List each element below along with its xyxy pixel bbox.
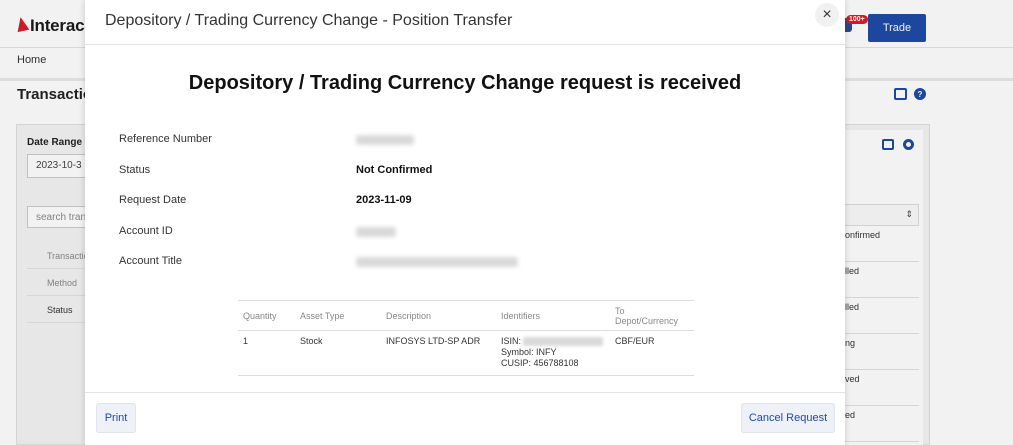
- isin-value: [523, 337, 604, 347]
- account-id-label: Account ID: [119, 225, 173, 237]
- status-value: Not Confirmed: [356, 164, 433, 176]
- reference-number-value: [356, 135, 414, 145]
- position-transfer-modal: Depository / Trading Currency Change - P…: [85, 0, 845, 445]
- column-header-to-depot: To Depot/Currency: [610, 300, 694, 331]
- confirmation-heading: Depository / Trading Currency Change req…: [188, 72, 742, 94]
- reference-number-label: Reference Number: [119, 133, 212, 145]
- table-row: 1 Stock INFOSYS LTD-SP ADR ISIN: Symbol:…: [238, 330, 694, 376]
- isin-line: ISIN:: [501, 336, 605, 347]
- column-header-identifiers: Identifiers: [496, 300, 610, 331]
- close-button[interactable]: ×: [815, 3, 839, 27]
- modal-footer: Print Cancel Request: [85, 392, 845, 445]
- identifiers-cell: ISIN: Symbol: INFY CUSIP: 456788108: [496, 330, 610, 376]
- modal-header: Depository / Trading Currency Change - P…: [85, 0, 845, 45]
- column-header-asset-type: Asset Type: [295, 300, 381, 331]
- cancel-request-button[interactable]: Cancel Request: [741, 403, 835, 433]
- cusip-line: CUSIP: 456788108: [501, 358, 579, 368]
- to-depot-cell: CBF/EUR: [610, 330, 694, 376]
- transfer-table: Quantity Asset Type Description Identifi…: [238, 300, 694, 376]
- asset-type-cell: Stock: [295, 330, 381, 376]
- request-date-value: 2023-11-09: [356, 194, 412, 206]
- quantity-cell: 1: [238, 330, 295, 376]
- table-header-row: Quantity Asset Type Description Identifi…: [238, 300, 694, 331]
- account-title-label: Account Title: [119, 255, 182, 267]
- account-id-value: [356, 227, 396, 237]
- column-header-quantity: Quantity: [238, 300, 295, 331]
- symbol-line: Symbol: INFY: [501, 347, 557, 357]
- isin-label: ISIN:: [501, 336, 522, 346]
- request-date-label: Request Date: [119, 194, 187, 206]
- status-label: Status: [119, 164, 151, 176]
- account-title-value: [356, 257, 518, 267]
- column-header-description: Description: [381, 300, 496, 331]
- modal-title: Depository / Trading Currency Change - P…: [105, 12, 513, 29]
- print-button[interactable]: Print: [96, 403, 136, 433]
- description-cell: INFOSYS LTD-SP ADR: [381, 330, 496, 376]
